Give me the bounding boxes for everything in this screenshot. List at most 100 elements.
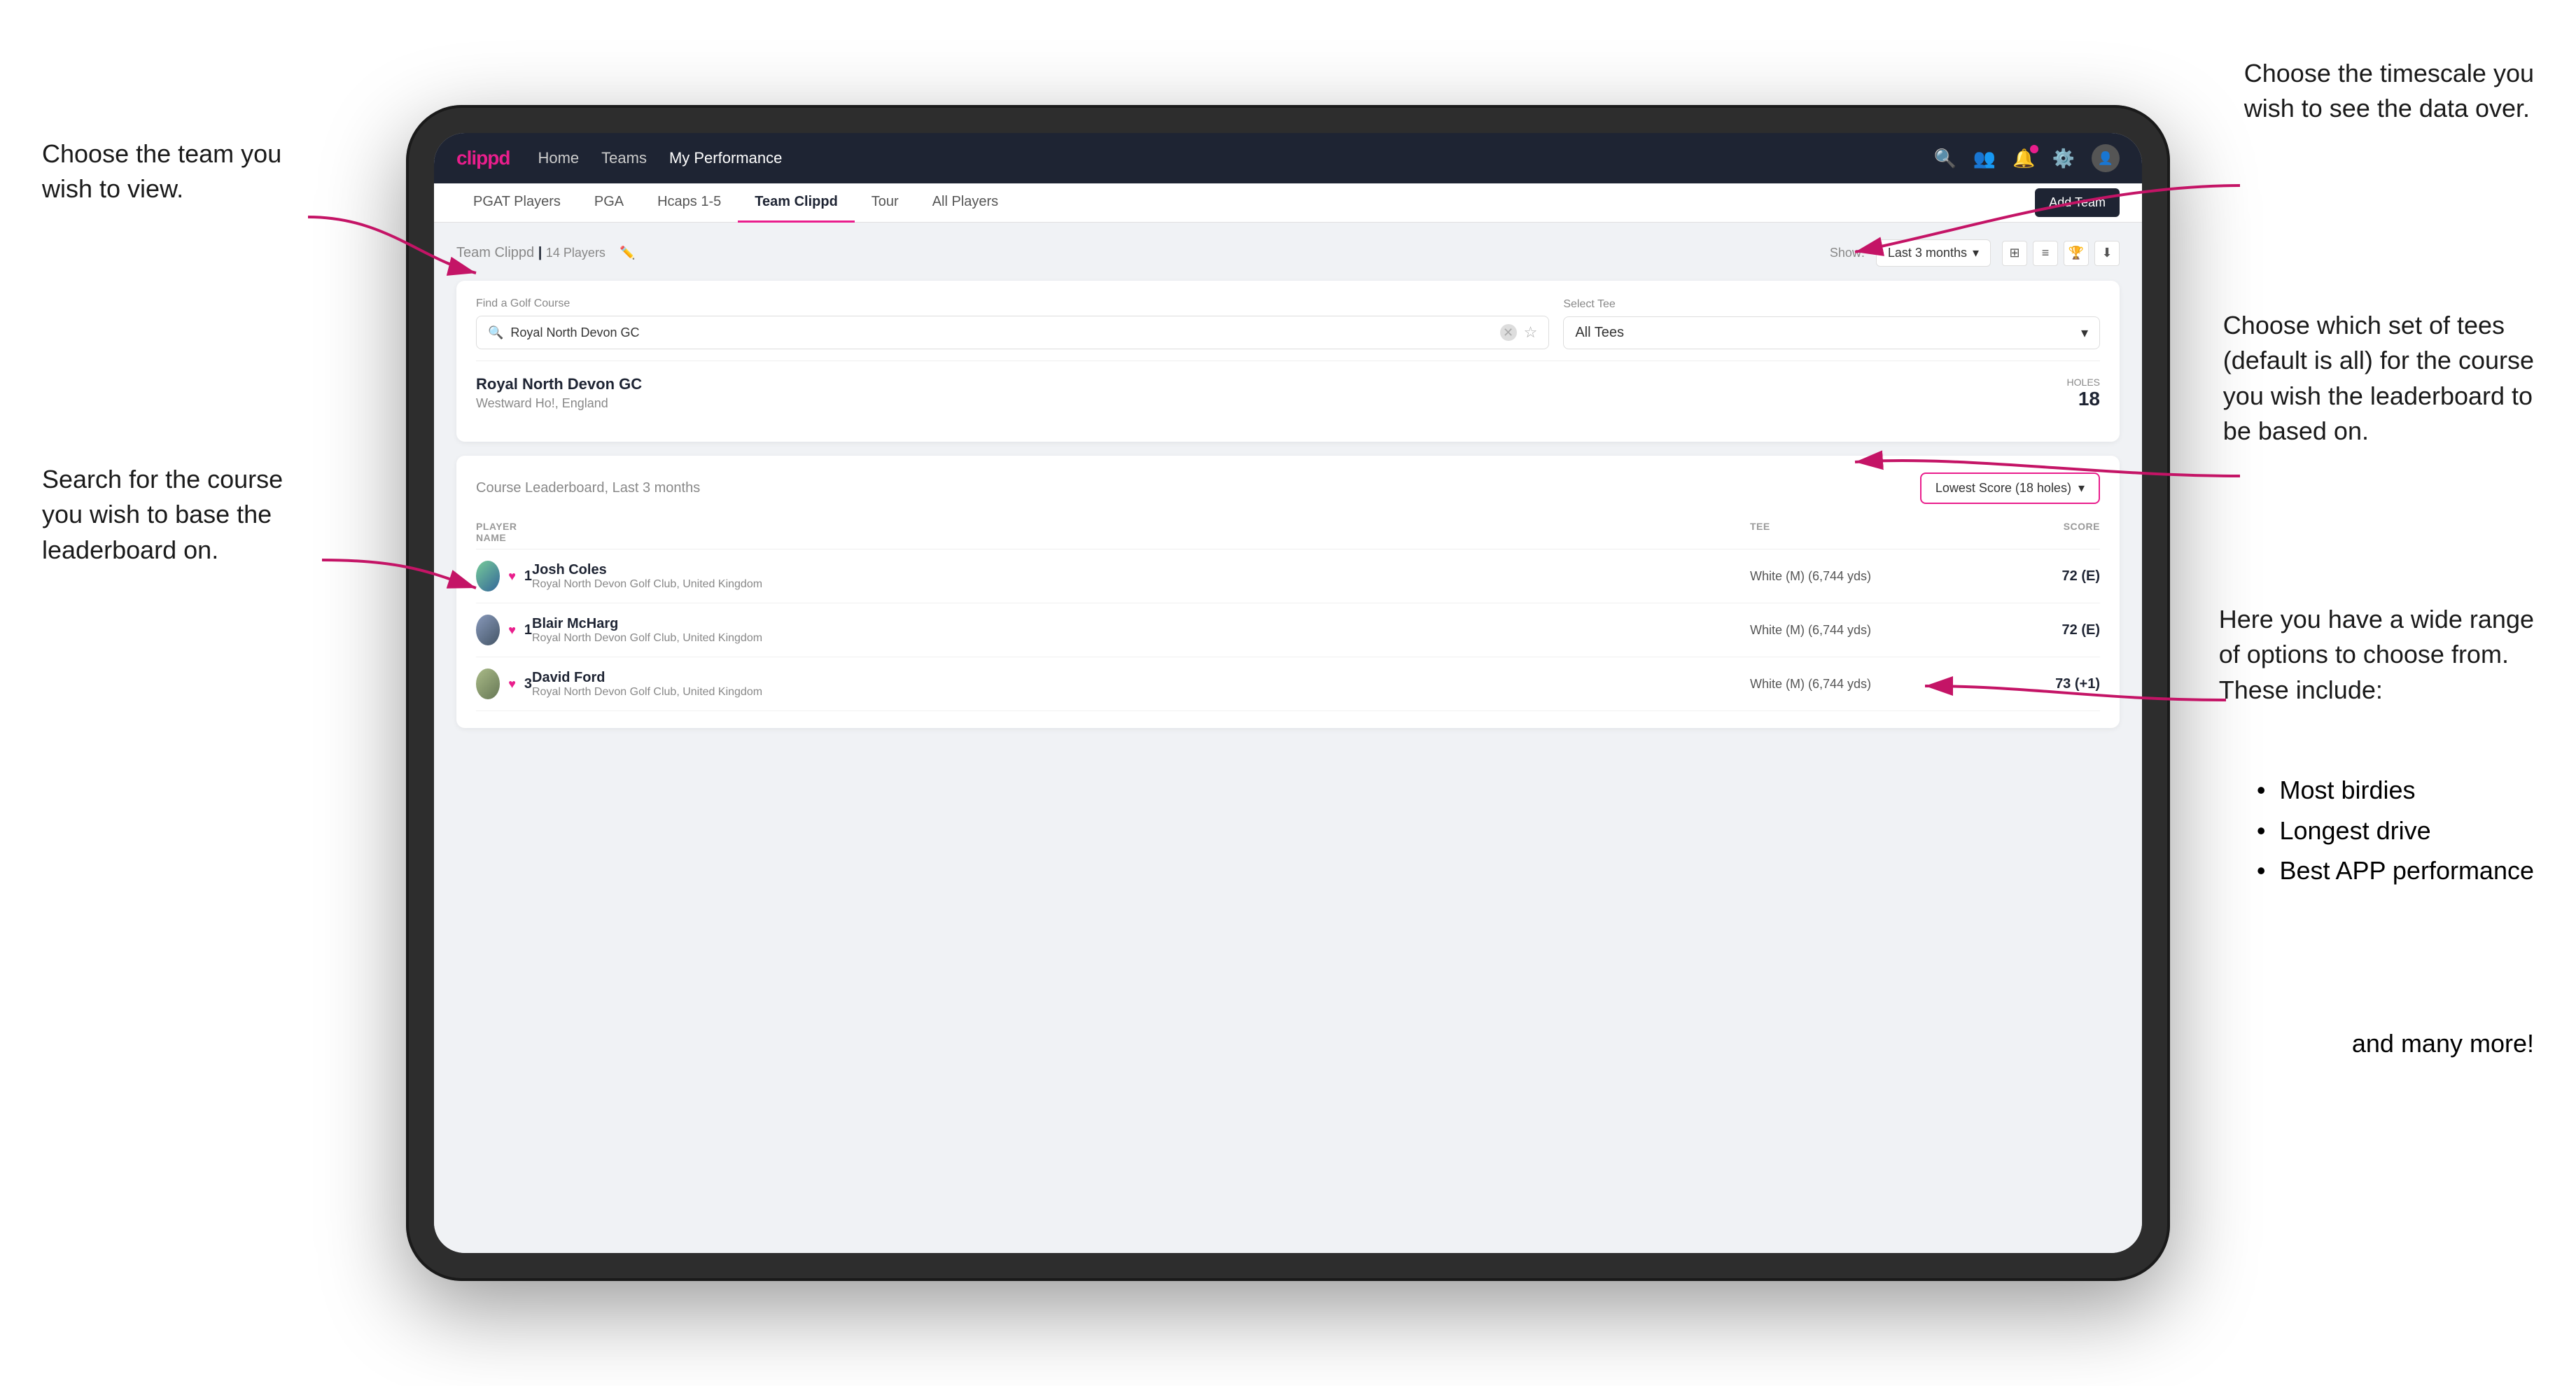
table-row: ♥ 3 David Ford Royal North Devon Golf Cl… bbox=[476, 657, 2100, 711]
tee-cell: White (M) (6,744 yds) bbox=[1750, 623, 1960, 638]
leaderboard-card: Course Leaderboard, Last 3 months Lowest… bbox=[456, 456, 2120, 728]
tee-chevron-icon: ▾ bbox=[2081, 324, 2088, 342]
score-cell: 72 (E) bbox=[1960, 568, 2100, 584]
course-search-label: Find a Golf Course bbox=[476, 298, 1549, 310]
chevron-down-icon: ▾ bbox=[1973, 246, 1979, 260]
sub-nav-tabs: PGAT Players PGA Hcaps 1-5 Team Clippd T… bbox=[456, 183, 2035, 223]
search-icon[interactable]: 🔍 bbox=[1934, 148, 1956, 169]
edit-icon[interactable]: ✏️ bbox=[620, 246, 635, 260]
score-cell: 72 (E) bbox=[1960, 622, 2100, 638]
col-tee: TEE bbox=[1750, 521, 1960, 543]
holes-label: Holes bbox=[2067, 377, 2100, 388]
tab-pgat-players[interactable]: PGAT Players bbox=[456, 183, 578, 223]
list-view-button[interactable]: ≡ bbox=[2033, 241, 2058, 266]
player-rank-2: ♥ 1 bbox=[476, 615, 532, 645]
holes-count: 18 bbox=[2067, 388, 2100, 410]
show-dropdown[interactable]: Last 3 months ▾ bbox=[1876, 239, 1991, 267]
score-chevron-icon: ▾ bbox=[2078, 481, 2085, 496]
table-row: ♥ 1 Blair McHarg Royal North Devon Golf … bbox=[476, 603, 2100, 657]
avatar-blair bbox=[476, 615, 500, 645]
show-controls: Show: Last 3 months ▾ ⊞ ≡ 🏆 ⬇ bbox=[1830, 239, 2120, 267]
tab-tour[interactable]: Tour bbox=[855, 183, 916, 223]
score-type-dropdown[interactable]: Lowest Score (18 holes) ▾ bbox=[1920, 472, 2100, 504]
player-rank-1: ♥ 1 bbox=[476, 561, 532, 592]
player-name: Josh Coles bbox=[532, 562, 762, 578]
heart-icon: ♥ bbox=[508, 677, 516, 692]
player-club: Royal North Devon Golf Club, United King… bbox=[532, 578, 762, 591]
rank-number: 1 bbox=[524, 622, 532, 638]
player-info-josh: Josh Coles Royal North Devon Golf Club, … bbox=[532, 562, 1750, 591]
clear-button[interactable]: ✕ bbox=[1500, 324, 1517, 341]
rank-number: 3 bbox=[524, 676, 532, 692]
nav-link-teams[interactable]: Teams bbox=[601, 149, 647, 167]
tab-all-players[interactable]: All Players bbox=[916, 183, 1015, 223]
col-spacer bbox=[532, 521, 1750, 543]
search-field: Find a Golf Course 🔍 ✕ ☆ bbox=[476, 298, 1549, 349]
table-header: PLAYER NAME TEE SCORE bbox=[476, 515, 2100, 550]
player-info-david: David Ford Royal North Devon Golf Club, … bbox=[532, 670, 1750, 699]
annotation-tees: Choose which set of tees(default is all)… bbox=[2223, 308, 2534, 449]
team-header: Team Clippd | 14 Players ✏️ Show: Last 3… bbox=[456, 239, 2120, 267]
main-content: Team Clippd | 14 Players ✏️ Show: Last 3… bbox=[434, 223, 2142, 1253]
course-search-input[interactable] bbox=[510, 326, 1492, 340]
course-location: Westward Ho!, England bbox=[476, 396, 642, 411]
download-button[interactable]: ⬇ bbox=[2094, 241, 2120, 266]
avatar-josh bbox=[476, 561, 500, 592]
avatar[interactable]: 👤 bbox=[2092, 144, 2120, 172]
annotation-and-more: and many more! bbox=[2352, 1029, 2534, 1058]
player-rank-3: ♥ 3 bbox=[476, 668, 532, 699]
team-title: Team Clippd | 14 Players bbox=[456, 245, 606, 261]
col-score: SCORE bbox=[1960, 521, 2100, 543]
course-name: Royal North Devon GC bbox=[476, 375, 642, 393]
nav-links: Home Teams My Performance bbox=[538, 149, 1933, 167]
people-icon[interactable]: 👥 bbox=[1973, 148, 1996, 169]
course-search-card: Find a Golf Course 🔍 ✕ ☆ Select Tee All … bbox=[456, 281, 2120, 442]
search-row: Find a Golf Course 🔍 ✕ ☆ Select Tee All … bbox=[476, 298, 2100, 349]
course-result: Royal North Devon GC Westward Ho!, Engla… bbox=[476, 360, 2100, 425]
grid-view-button[interactable]: ⊞ bbox=[2002, 241, 2027, 266]
annotation-bullets: • Most birdies • Longest drive • Best AP… bbox=[2257, 770, 2534, 891]
col-player: PLAYER NAME bbox=[476, 521, 532, 543]
annotation-timescale: Choose the timescale youwish to see the … bbox=[2244, 56, 2534, 127]
tablet-screen: clippd Home Teams My Performance 🔍 👥 🔔 ⚙… bbox=[434, 133, 2142, 1253]
show-label: Show: bbox=[1830, 246, 1865, 260]
leaderboard-title: Course Leaderboard, Last 3 months bbox=[476, 480, 700, 496]
player-info-blair: Blair McHarg Royal North Devon Golf Club… bbox=[532, 616, 1750, 645]
player-club: Royal North Devon Golf Club, United King… bbox=[532, 632, 762, 645]
heart-icon: ♥ bbox=[508, 623, 516, 638]
holes-badge: Holes 18 bbox=[2067, 377, 2100, 410]
player-name: David Ford bbox=[532, 670, 762, 686]
tee-field: Select Tee All Tees ▾ bbox=[1563, 298, 2100, 349]
nav-icons: 🔍 👥 🔔 ⚙️ 👤 bbox=[1934, 144, 2120, 172]
nav-link-home[interactable]: Home bbox=[538, 149, 579, 167]
annotation-options: Here you have a wide rangeof options to … bbox=[2219, 602, 2534, 708]
tee-cell: White (M) (6,744 yds) bbox=[1750, 677, 1960, 692]
player-name: Blair McHarg bbox=[532, 616, 762, 632]
logo: clippd bbox=[456, 147, 510, 169]
tab-team-clippd[interactable]: Team Clippd bbox=[738, 183, 855, 223]
leaderboard-header: Course Leaderboard, Last 3 months Lowest… bbox=[476, 472, 2100, 504]
tee-cell: White (M) (6,744 yds) bbox=[1750, 569, 1960, 584]
trophy-view-button[interactable]: 🏆 bbox=[2064, 241, 2089, 266]
tee-label: Select Tee bbox=[1563, 298, 2100, 311]
tab-hcaps[interactable]: Hcaps 1-5 bbox=[640, 183, 738, 223]
heart-icon: ♥ bbox=[508, 569, 516, 584]
notification-dot bbox=[2030, 145, 2038, 153]
add-team-button[interactable]: Add Team bbox=[2035, 188, 2120, 217]
avatar-david bbox=[476, 668, 500, 699]
search-input-wrapper: 🔍 ✕ ☆ bbox=[476, 316, 1549, 349]
nav-link-my-performance[interactable]: My Performance bbox=[669, 149, 782, 167]
score-cell: 73 (+1) bbox=[1960, 676, 2100, 692]
rank-number: 1 bbox=[524, 568, 532, 584]
favorite-icon[interactable]: ☆ bbox=[1524, 323, 1538, 342]
tee-dropdown[interactable]: All Tees ▾ bbox=[1563, 316, 2100, 349]
annotation-choose-team: Choose the team youwish to view. bbox=[42, 136, 281, 207]
tab-pga[interactable]: PGA bbox=[578, 183, 640, 223]
course-info: Royal North Devon GC Westward Ho!, Engla… bbox=[476, 375, 642, 411]
player-table: PLAYER NAME TEE SCORE ♥ 1 bbox=[476, 515, 2100, 711]
view-icons: ⊞ ≡ 🏆 ⬇ bbox=[2002, 241, 2120, 266]
table-row: ♥ 1 Josh Coles Royal North Devon Golf Cl… bbox=[476, 550, 2100, 603]
notification-icon[interactable]: 🔔 bbox=[2012, 148, 2035, 169]
settings-icon[interactable]: ⚙️ bbox=[2052, 148, 2075, 169]
search-icon-small: 🔍 bbox=[488, 326, 503, 340]
